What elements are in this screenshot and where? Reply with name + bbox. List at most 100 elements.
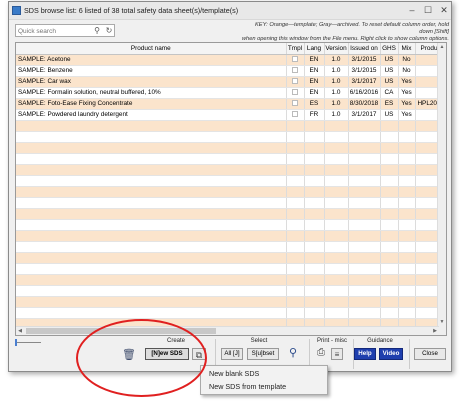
empty-cell: [348, 153, 381, 165]
ghs-cell: US: [380, 109, 399, 121]
sds-table: Product name Tmpl Lang Version Issued on…: [15, 42, 447, 336]
maximize-button[interactable]: ☐: [421, 5, 435, 15]
close-window-button[interactable]: ✕: [437, 5, 451, 15]
issued-cell: 8/30/2018: [348, 98, 381, 110]
scroll-down-icon[interactable]: ▼: [438, 318, 446, 326]
empty-row: [16, 120, 444, 132]
column-header-version[interactable]: Version: [324, 43, 349, 55]
empty-cell: [380, 131, 399, 143]
empty-cell: [304, 263, 325, 275]
empty-cell: [398, 120, 416, 132]
history-icon[interactable]: ↻: [104, 26, 114, 36]
empty-cell: [16, 219, 287, 231]
empty-cell: [304, 142, 325, 154]
ghs-cell: ES: [380, 98, 399, 110]
empty-row: [16, 263, 444, 275]
empty-cell: [380, 186, 399, 198]
empty-cell: [16, 175, 287, 187]
column-header-ghs[interactable]: GHS: [380, 43, 399, 55]
tmpl-checkbox[interactable]: [292, 78, 298, 85]
empty-cell: [304, 230, 325, 242]
empty-cell: [324, 285, 349, 297]
empty-cell: [398, 175, 416, 187]
select-all-button[interactable]: All [J]: [221, 348, 243, 360]
search-icon[interactable]: ⚲: [92, 26, 102, 36]
empty-cell: [380, 285, 399, 297]
ghs-cell: CA: [380, 87, 399, 99]
minimize-button[interactable]: –: [405, 5, 419, 15]
column-header-mix[interactable]: Mix: [398, 43, 416, 55]
empty-cell: [16, 186, 287, 198]
slider-knob[interactable]: [15, 339, 17, 346]
empty-cell: [324, 263, 349, 275]
table-row[interactable]: SAMPLE: Acetone EN 1.0 3/1/2015 US No: [16, 54, 444, 66]
issued-cell: 3/1/2017: [348, 76, 381, 88]
list-icon[interactable]: ≡: [331, 348, 343, 360]
table-row[interactable]: SAMPLE: Foto-Ease Fixing Concentrate ES …: [16, 98, 444, 110]
empty-cell: [348, 131, 381, 143]
column-header-lang[interactable]: Lang: [304, 43, 325, 55]
empty-cell: [398, 153, 416, 165]
select-subset-button[interactable]: S[u]bset: [247, 348, 279, 360]
help-button[interactable]: Help: [354, 348, 376, 360]
video-button[interactable]: Video: [379, 348, 403, 360]
column-header-issued-on[interactable]: Issued on: [348, 43, 381, 55]
empty-cell: [398, 307, 416, 319]
horizontal-scrollbar[interactable]: ◀ ▶: [16, 326, 439, 335]
tmpl-cell: [286, 87, 305, 99]
empty-cell: [324, 274, 349, 286]
empty-row: [16, 230, 444, 242]
menu-item-new-blank-sds[interactable]: New blank SDS: [209, 369, 259, 378]
empty-cell: [324, 197, 349, 209]
empty-cell: [380, 153, 399, 165]
table-row[interactable]: SAMPLE: Powdered laundry detergent FR 1.…: [16, 109, 444, 121]
empty-cell: [398, 219, 416, 231]
empty-row: [16, 285, 444, 297]
empty-cell: [16, 164, 287, 176]
empty-cell: [398, 186, 416, 198]
vertical-scrollbar[interactable]: ▲ ▼: [437, 43, 446, 335]
empty-cell: [398, 197, 416, 209]
empty-row: [16, 153, 444, 165]
empty-cell: [380, 197, 399, 209]
empty-cell: [16, 197, 287, 209]
empty-cell: [16, 208, 287, 220]
scroll-left-icon[interactable]: ◀: [16, 327, 24, 335]
empty-cell: [304, 241, 325, 253]
tmpl-cell: [286, 109, 305, 121]
tmpl-cell: [286, 76, 305, 88]
empty-cell: [398, 252, 416, 264]
empty-cell: [348, 307, 381, 319]
close-button[interactable]: Close: [414, 348, 446, 360]
menu-item-new-sds-from-template[interactable]: New SDS from template: [209, 382, 286, 391]
tmpl-checkbox[interactable]: [292, 111, 298, 118]
magnifier-icon[interactable]: ⚲: [285, 347, 301, 361]
table-row[interactable]: SAMPLE: Benzene EN 1.0 3/1/2015 US No: [16, 65, 444, 77]
table-row[interactable]: SAMPLE: Car wax EN 1.0 3/1/2017 US Yes: [16, 76, 444, 88]
product-name-cell: SAMPLE: Car wax: [16, 76, 287, 88]
scroll-right-icon[interactable]: ▶: [431, 327, 439, 335]
empty-cell: [398, 142, 416, 154]
tmpl-checkbox[interactable]: [292, 56, 298, 63]
table-row[interactable]: SAMPLE: Formalin solution, neutral buffe…: [16, 87, 444, 99]
row-height-slider[interactable]: [15, 339, 43, 346]
tmpl-checkbox[interactable]: [292, 100, 298, 107]
empty-cell: [348, 263, 381, 275]
empty-cell: [286, 219, 305, 231]
column-header-product-name[interactable]: Product name: [16, 43, 287, 55]
lang-cell: EN: [304, 65, 325, 77]
column-header-tmpl[interactable]: Tmpl: [286, 43, 305, 55]
scroll-up-icon[interactable]: ▲: [438, 43, 446, 51]
empty-cell: [16, 131, 287, 143]
empty-cell: [380, 274, 399, 286]
printer-icon[interactable]: ⎙: [313, 347, 329, 361]
quick-search-input[interactable]: [18, 26, 88, 36]
tmpl-checkbox[interactable]: [292, 67, 298, 74]
empty-cell: [286, 208, 305, 220]
table-body: SAMPLE: Acetone EN 1.0 3/1/2015 US No SA…: [16, 54, 444, 330]
empty-cell: [380, 142, 399, 154]
issued-cell: 3/1/2015: [348, 54, 381, 66]
empty-cell: [304, 175, 325, 187]
tmpl-checkbox[interactable]: [292, 89, 298, 96]
empty-cell: [324, 307, 349, 319]
